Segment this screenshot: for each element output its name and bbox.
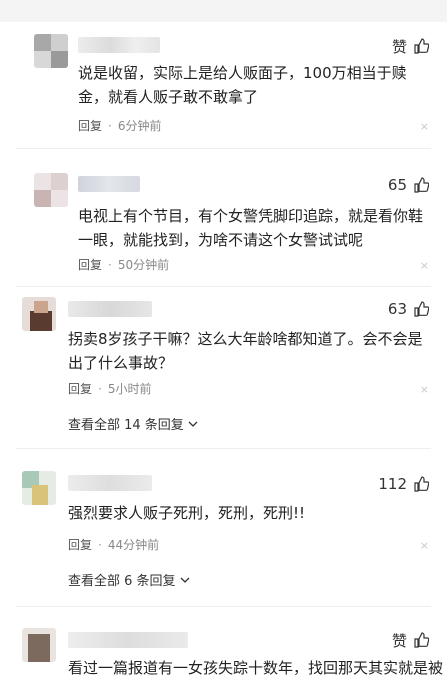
close-icon[interactable]: × [420, 383, 429, 396]
comment-time: 44分钟前 [107, 538, 160, 552]
close-icon[interactable]: × [420, 259, 429, 272]
username-blurred[interactable] [78, 176, 140, 192]
comment-meta: 回复 · 6分钟前 [78, 117, 162, 134]
comment-text: 拐卖8岁孩子干嘛？这么大年龄啥都知道了。会不会是出了什么事故？ [68, 330, 423, 372]
divider [16, 286, 431, 287]
like-button[interactable]: 63 [388, 299, 429, 319]
like-count: 65 [387, 176, 407, 194]
comment-text: 强烈要求人贩子死刑，死刑，死刑!! [68, 504, 306, 522]
username-blurred[interactable] [78, 37, 160, 53]
chevron-down-icon [188, 421, 198, 427]
like-button[interactable]: 赞 [392, 36, 429, 56]
divider [16, 448, 431, 449]
top-edge [0, 0, 447, 22]
comment-time: 5小时前 [107, 382, 152, 396]
like-button[interactable]: 65 [388, 175, 429, 195]
close-icon[interactable]: × [420, 539, 429, 552]
comment-text: 说是收留，实际上是给人贩面子，100万相当于赎金，就看人贩子敢不敢拿了 [78, 64, 407, 106]
comment-text: 电视上有个节目，有个女警凭脚印追踪，就是看你鞋一眼，就能找到，为啥不请这个女警试… [78, 207, 424, 249]
comment-meta: 回复 · 44分钟前 [68, 536, 160, 553]
close-icon[interactable]: × [420, 120, 429, 133]
username-blurred[interactable] [68, 301, 152, 317]
avatar[interactable] [22, 297, 56, 331]
username-blurred[interactable] [68, 632, 188, 648]
like-count: 赞 [391, 631, 407, 650]
thumbs-up-icon [414, 632, 429, 648]
view-all-replies-label: 查看全部 6 条回复 [68, 574, 176, 589]
reply-button[interactable]: 回复 [78, 256, 102, 273]
thumbs-up-icon [414, 177, 429, 193]
comment-time: 50分钟前 [117, 258, 170, 272]
comment-meta: 回复 · 5小时前 [68, 380, 152, 397]
username-blurred[interactable] [68, 475, 152, 491]
divider [16, 606, 431, 607]
thumbs-up-icon [414, 301, 429, 317]
divider [16, 148, 431, 149]
thumbs-up-icon [414, 476, 429, 492]
like-count: 112 [378, 475, 407, 493]
reply-button[interactable]: 回复 [78, 117, 102, 134]
comment-text: 看过一篇报道有一女孩失踪十数年，找回那天其实就是被 [68, 659, 443, 677]
avatar[interactable] [34, 34, 68, 68]
like-count: 63 [387, 300, 407, 318]
view-all-replies-link[interactable]: 查看全部 14 条回复 [68, 414, 198, 433]
chevron-down-icon [180, 577, 190, 583]
avatar[interactable] [22, 471, 56, 505]
view-all-replies-label: 查看全部 14 条回复 [68, 418, 184, 433]
like-button[interactable]: 赞 [392, 630, 429, 650]
reply-button[interactable]: 回复 [68, 380, 92, 397]
thumbs-up-icon [414, 38, 429, 54]
comment-time: 6分钟前 [117, 119, 162, 133]
like-count: 赞 [391, 37, 407, 56]
view-all-replies-link[interactable]: 查看全部 6 条回复 [68, 570, 190, 589]
avatar[interactable] [34, 173, 68, 207]
like-button[interactable]: 112 [378, 474, 429, 494]
comment-meta: 回复 · 50分钟前 [78, 256, 170, 273]
reply-button[interactable]: 回复 [68, 536, 92, 553]
avatar[interactable] [22, 628, 56, 662]
